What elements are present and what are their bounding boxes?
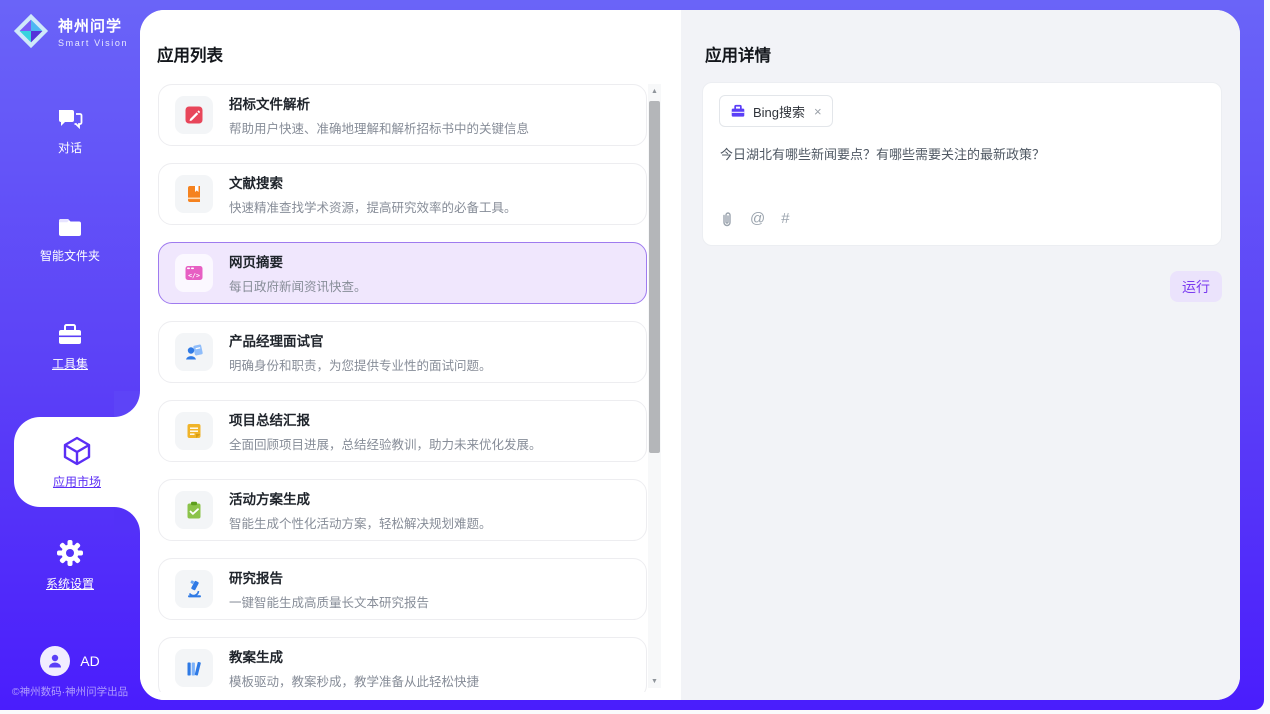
sidebar-item-chat[interactable]: 对话 [0,106,140,156]
app-card-desc: 快速精准查找学术资源，提高研究效率的必备工具。 [229,197,517,216]
cube-icon [62,435,92,467]
bubble-curve-top [114,391,140,417]
prompt-card: Bing搜索 × 今日湖北有哪些新闻要点？有哪些需要关注的最新政策？ @ # [702,82,1222,246]
sidebar-item-smart-folder[interactable]: 智能文件夹 [0,214,140,264]
app-card-project-summary[interactable]: 项目总结汇报 全面回顾项目进展，总结经验教训，助力未来优化发展。 [158,400,647,462]
sidebar: 神州问学 Smart Vision 对话 智能文件夹 [0,0,140,710]
app-card-desc: 每日政府新闻资讯快查。 [229,276,367,295]
sidebar-item-label: 对话 [58,139,82,156]
books-icon [175,649,213,687]
sidebar-item-label: 应用市场 [53,473,101,490]
app-card-title: 招标文件解析 [229,93,529,113]
sidebar-item-label: 工具集 [52,355,88,372]
app-card-title: 活动方案生成 [229,488,492,508]
logo-subtitle: Smart Vision [58,38,128,48]
logo-title: 神州问学 [58,15,128,36]
app-detail-panel: 应用详情 Bing搜索 × 今日湖北有哪些新闻要点？有哪些需要关注的最新政策？ [681,10,1240,700]
copyright-text: ©神州数码·神州问学出品 [0,684,140,699]
sidebar-item-settings[interactable]: 系统设置 [0,538,140,592]
app-detail-title: 应用详情 [705,42,771,66]
briefcase-icon [730,104,746,119]
app-card-title: 网页摘要 [229,251,367,271]
app-shell: 神州问学 Smart Vision 对话 智能文件夹 [0,0,1264,710]
app-card-title: 产品经理面试官 [229,330,492,350]
user-menu[interactable]: AD [0,646,140,676]
tool-tag-label: Bing搜索 [753,102,805,121]
app-card-title: 研究报告 [229,567,429,587]
bubble-curve-bottom [114,507,140,533]
prompt-input[interactable]: 今日湖北有哪些新闻要点？有哪些需要关注的最新政策？ [720,145,1205,165]
app-card-desc: 帮助用户快速、准确地理解和解析招标书中的关键信息 [229,118,529,137]
paperclip-icon[interactable] [720,211,734,227]
app-card-pm-interviewer[interactable]: 产品经理面试官 明确身份和职责，为您提供专业性的面试问题。 [158,321,647,383]
clipboard-check-icon [175,491,213,529]
app-card-event-plan[interactable]: 活动方案生成 智能生成个性化活动方案，轻松解决规划难题。 [158,479,647,541]
sidebar-item-toolset[interactable]: 工具集 [0,322,140,372]
sidebar-item-app-market[interactable]: 应用市场 [14,417,140,507]
user-name: AD [80,653,99,669]
app-list-scrollbar[interactable]: ▲ ▼ [648,84,661,688]
sidebar-item-label: 智能文件夹 [40,247,100,264]
app-card-web-summary[interactable]: </> 网页摘要 每日政府新闻资讯快查。 [158,242,647,304]
briefcase-icon [56,322,84,348]
hash-icon[interactable]: # [781,210,789,227]
app-card-bid-parse[interactable]: 招标文件解析 帮助用户快速、准确地理解和解析招标书中的关键信息 [158,84,647,146]
diamond-logo-icon [12,12,50,50]
app-card-desc: 一键智能生成高质量长文本研究报告 [229,592,429,611]
sidebar-item-label: 系统设置 [46,575,94,592]
app-list-title: 应用列表 [157,42,223,66]
app-card-title: 教案生成 [229,646,479,666]
note-icon [175,412,213,450]
scroll-down-icon[interactable]: ▼ [648,674,661,688]
app-card-desc: 全面回顾项目进展，总结经验教训，助力未来优化发展。 [229,434,542,453]
close-icon[interactable]: × [814,104,822,119]
app-card-literature-search[interactable]: 文献搜索 快速精准查找学术资源，提高研究效率的必备工具。 [158,163,647,225]
app-card-title: 文献搜索 [229,172,517,192]
app-card-research-report[interactable]: 研究报告 一键智能生成高质量长文本研究报告 [158,558,647,620]
app-card-desc: 明确身份和职责，为您提供专业性的面试问题。 [229,355,492,374]
interview-icon [175,333,213,371]
chat-icon [56,106,84,132]
app-card-desc: 模板驱动，教案秒成，教学准备从此轻松快捷 [229,671,479,690]
document-edit-icon [175,96,213,134]
user-icon [46,652,64,670]
app-card-lesson-plan[interactable]: 教案生成 模板驱动，教案秒成，教学准备从此轻松快捷 [158,637,647,692]
scrollbar-thumb[interactable] [649,101,660,453]
run-button[interactable]: 运行 [1170,271,1222,302]
svg-text:</>: </> [188,272,200,280]
tool-tag-bing-search[interactable]: Bing搜索 × [719,95,833,127]
logo: 神州问学 Smart Vision [12,12,128,50]
scroll-up-icon[interactable]: ▲ [648,84,661,98]
microscope-icon [175,570,213,608]
app-card-desc: 智能生成个性化活动方案，轻松解决规划难题。 [229,513,492,532]
app-card-title: 项目总结汇报 [229,409,542,429]
gear-icon [55,538,85,568]
input-toolbar: @ # [720,210,790,227]
at-icon[interactable]: @ [750,210,765,227]
folder-icon [56,214,84,240]
browser-code-icon: </> [175,254,213,292]
content-area: 应用列表 招标文件解析 帮助用户快速、准确地理解和解析招标书中的关键信息 [140,10,1240,700]
book-icon [175,175,213,213]
app-list-panel: 应用列表 招标文件解析 帮助用户快速、准确地理解和解析招标书中的关键信息 [140,10,681,700]
avatar [40,646,70,676]
app-list: 招标文件解析 帮助用户快速、准确地理解和解析招标书中的关键信息 文献搜索 [158,84,647,692]
